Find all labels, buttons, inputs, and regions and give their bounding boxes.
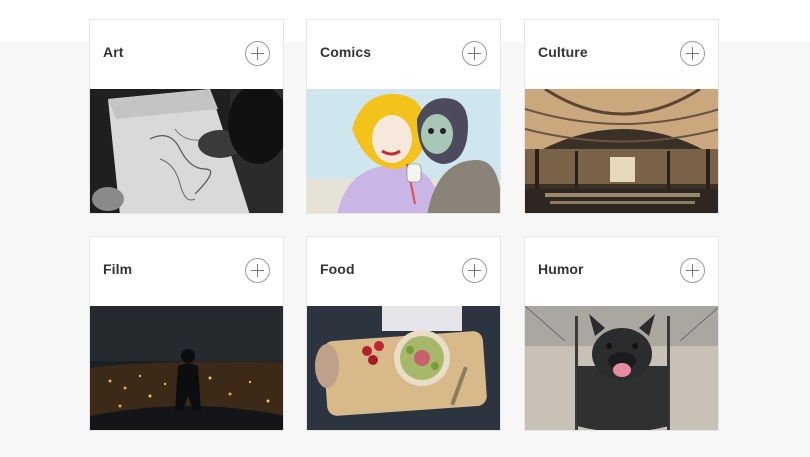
topic-title: Art xyxy=(103,44,124,60)
card-header: Comics xyxy=(307,20,500,89)
plus-circle-icon[interactable] xyxy=(462,41,487,66)
topic-card-culture[interactable]: Culture xyxy=(524,19,719,214)
card-header: Food xyxy=(307,237,500,306)
french-bulldog-swing-photo-icon[interactable] xyxy=(525,306,718,430)
topic-title: Humor xyxy=(538,261,584,277)
library-hall-photo-icon[interactable] xyxy=(525,89,718,213)
plus-circle-icon[interactable] xyxy=(245,41,270,66)
card-header: Art xyxy=(90,20,283,89)
topic-title: Food xyxy=(320,261,355,277)
comic-couple-illustration-icon[interactable] xyxy=(307,89,500,213)
topic-card-art[interactable]: Art xyxy=(89,19,284,214)
topic-title: Culture xyxy=(538,44,588,60)
plus-circle-icon[interactable] xyxy=(680,41,705,66)
sketching-hand-photo-icon[interactable] xyxy=(90,89,283,213)
smoothie-bowl-tray-photo-icon[interactable] xyxy=(307,306,500,430)
plus-circle-icon[interactable] xyxy=(245,258,270,283)
topic-title: Comics xyxy=(320,44,372,60)
topic-card-film[interactable]: Film xyxy=(89,236,284,431)
card-header: Film xyxy=(90,237,283,306)
topic-title: Film xyxy=(103,261,133,277)
card-header: Humor xyxy=(525,237,718,306)
plus-circle-icon[interactable] xyxy=(680,258,705,283)
topic-card-comics[interactable]: Comics xyxy=(306,19,501,214)
plus-circle-icon[interactable] xyxy=(462,258,487,283)
night-city-silhouette-photo-icon[interactable] xyxy=(90,306,283,430)
topic-card-food[interactable]: Food xyxy=(306,236,501,431)
topic-card-humor[interactable]: Humor xyxy=(524,236,719,431)
card-header: Culture xyxy=(525,20,718,89)
